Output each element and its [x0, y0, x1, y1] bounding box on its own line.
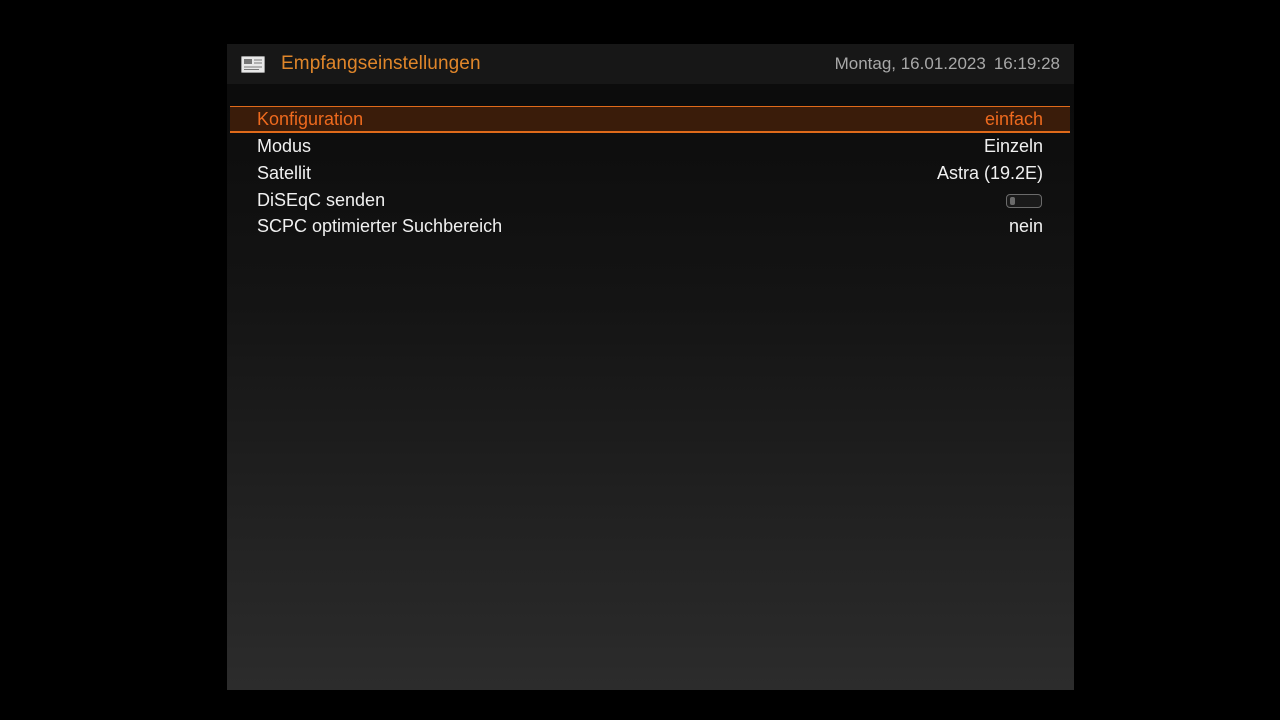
- toggle-knob: [1010, 196, 1015, 205]
- menu-item-label: Satellit: [257, 162, 312, 183]
- menu-item-label: SCPC optimierter Suchbereich: [257, 216, 503, 237]
- page-title: Empfangseinstellungen: [281, 53, 481, 74]
- date-text: Montag, 16.01.2023: [834, 54, 986, 73]
- menu-item-value: Einzeln: [983, 136, 1043, 156]
- diseqc-toggle-switch[interactable]: [1006, 193, 1042, 208]
- menu-item-value: Astra (19.2E): [936, 162, 1043, 183]
- satellite-dish-icon: [241, 56, 265, 73]
- menu-item-label: DiSEqC senden: [257, 189, 386, 210]
- menu-item-scpc-suchbereich[interactable]: SCPC optimierter Suchbereich nein: [230, 213, 1070, 240]
- datetime-display: Montag, 16.01.2023 16:19:28: [835, 54, 1060, 74]
- settings-menu: Konfiguration einfach Modus Einzeln Sate…: [230, 106, 1070, 240]
- menu-item-satellit[interactable]: Satellit Astra (19.2E): [230, 160, 1070, 187]
- menu-item-value: nein: [1008, 216, 1043, 237]
- menu-item-label: Konfiguration: [257, 109, 364, 129]
- menu-item-konfiguration[interactable]: Konfiguration einfach: [230, 106, 1070, 133]
- menu-item-modus[interactable]: Modus Einzeln: [230, 133, 1070, 160]
- header-bar: Empfangseinstellungen Montag, 16.01.2023…: [227, 44, 1074, 84]
- menu-item-value: einfach: [984, 109, 1043, 129]
- menu-item-diseqc-senden[interactable]: DiSEqC senden: [230, 187, 1070, 214]
- menu-item-label: Modus: [257, 136, 312, 156]
- time-text: 16:19:28: [993, 54, 1060, 73]
- settings-panel: Empfangseinstellungen Montag, 16.01.2023…: [227, 44, 1074, 690]
- tv-screen: Empfangseinstellungen Montag, 16.01.2023…: [0, 0, 1280, 720]
